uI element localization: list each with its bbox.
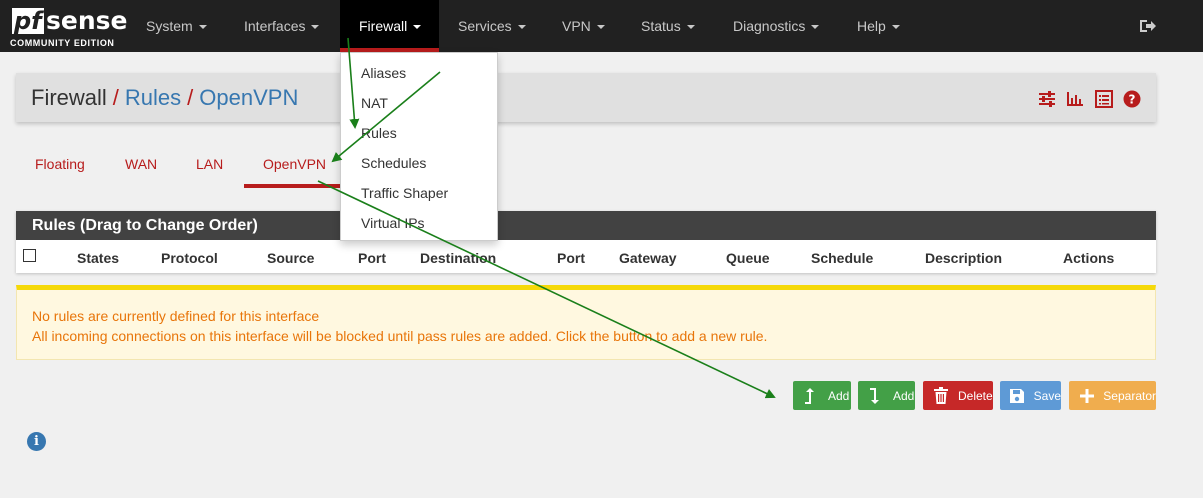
nav-vpn-label: VPN [562, 18, 591, 34]
chevron-down-icon [198, 25, 207, 30]
delete-label: Delete [958, 388, 993, 403]
firewall-dropdown-menu: Aliases NAT Rules Schedules Traffic Shap… [340, 52, 498, 241]
column-destination-port: Port [557, 250, 585, 266]
pfsense-logo[interactable]: pf sense COMMUNITY EDITION [10, 7, 127, 49]
chevron-down-icon [596, 25, 605, 30]
menu-item-traffic-shaper[interactable]: Traffic Shaper [361, 185, 448, 201]
active-tab-indicator [244, 184, 340, 188]
page-header: Firewall / Rules / OpenVPN ? [16, 73, 1156, 122]
tab-lan[interactable]: LAN [196, 156, 223, 172]
menu-item-schedules[interactable]: Schedules [361, 155, 426, 171]
info-icon[interactable]: i [27, 432, 46, 451]
column-schedule: Schedule [811, 250, 874, 266]
floppy-disk-icon [1006, 386, 1029, 406]
help-icon[interactable]: ? [1123, 90, 1141, 108]
add-top-label: Add [828, 388, 850, 403]
column-protocol: Protocol [161, 250, 218, 266]
arrow-down-icon [864, 386, 888, 406]
menu-item-virtual-ips[interactable]: Virtual IPs [361, 215, 425, 231]
nav-diagnostics[interactable]: Diagnostics [733, 0, 820, 52]
menu-item-aliases[interactable]: Aliases [361, 65, 406, 81]
logout-icon[interactable] [1139, 17, 1157, 35]
breadcrumb-openvpn[interactable]: OpenVPN [199, 85, 298, 110]
plus-icon [1075, 386, 1098, 406]
tab-floating[interactable]: Floating [35, 156, 85, 172]
chevron-down-icon [517, 25, 526, 30]
separator-label: Separator [1103, 388, 1156, 403]
tab-wan[interactable]: WAN [125, 156, 157, 172]
nav-firewall[interactable]: Firewall [340, 0, 439, 52]
chevron-down-icon [686, 25, 695, 30]
nav-services-label: Services [458, 18, 512, 34]
save-button[interactable]: Save [1000, 381, 1061, 410]
breadcrumb-firewall: Firewall [31, 85, 107, 110]
nav-services[interactable]: Services [458, 0, 526, 52]
nav-system-label: System [146, 18, 193, 34]
chevron-down-icon [811, 25, 820, 30]
nav-diagnostics-label: Diagnostics [733, 18, 806, 34]
svg-text:?: ? [1129, 93, 1136, 107]
rules-heading: Rules (Drag to Change Order) [16, 211, 1156, 240]
nav-interfaces[interactable]: Interfaces [244, 0, 320, 52]
add-rule-bottom-button[interactable]: Add [858, 381, 915, 410]
column-queue: Queue [726, 250, 770, 266]
column-gateway: Gateway [619, 250, 677, 266]
nav-help[interactable]: Help [857, 0, 900, 52]
breadcrumb-rules[interactable]: Rules [125, 85, 181, 110]
column-description: Description [925, 250, 1003, 266]
bar-chart-icon[interactable] [1066, 90, 1084, 108]
nav-status[interactable]: Status [641, 0, 695, 52]
breadcrumb-separator: / [112, 85, 119, 110]
select-all-checkbox[interactable] [23, 249, 36, 262]
chevron-down-icon [413, 25, 422, 30]
nav-interfaces-label: Interfaces [244, 18, 306, 34]
nav-help-label: Help [857, 18, 886, 34]
save-label: Save [1033, 388, 1061, 403]
nav-system[interactable]: System [146, 0, 207, 52]
nav-status-label: Status [641, 18, 681, 34]
column-source: Source [267, 250, 315, 266]
logo-edition: COMMUNITY EDITION [10, 38, 115, 48]
add-separator-button[interactable]: Separator [1069, 381, 1156, 410]
nav-vpn[interactable]: VPN [562, 0, 605, 52]
delete-button[interactable]: Delete [923, 381, 993, 410]
breadcrumb-separator: / [187, 85, 194, 110]
arrow-up-icon [799, 386, 823, 406]
column-destination: Destination [420, 250, 497, 266]
list-icon[interactable] [1095, 90, 1113, 108]
chevron-down-icon [891, 25, 900, 30]
sliders-icon[interactable] [1038, 90, 1056, 108]
rules-panel: Rules (Drag to Change Order) States Prot… [16, 211, 1156, 273]
column-states: States [77, 250, 120, 266]
alert-line-1: No rules are currently defined for this … [32, 308, 320, 324]
alert-line-2: All incoming connections on this interfa… [32, 328, 768, 344]
breadcrumb: Firewall / Rules / OpenVPN [31, 85, 298, 111]
add-rule-top-button[interactable]: Add [793, 381, 851, 410]
menu-item-rules[interactable]: Rules [361, 125, 397, 141]
logo-sense: sense [46, 6, 128, 35]
column-actions: Actions [1063, 250, 1115, 266]
add-bottom-label: Add [893, 388, 915, 403]
menu-item-nat[interactable]: NAT [361, 95, 388, 111]
logo-pf: pf [12, 7, 44, 35]
chevron-down-icon [311, 25, 320, 30]
no-rules-alert: No rules are currently defined for this … [16, 285, 1156, 360]
nav-firewall-label: Firewall [359, 18, 408, 34]
column-source-port: Port [358, 250, 386, 266]
tab-openvpn[interactable]: OpenVPN [263, 156, 326, 172]
top-navbar: pf sense COMMUNITY EDITION System Interf… [0, 0, 1203, 52]
trash-icon [929, 386, 953, 406]
